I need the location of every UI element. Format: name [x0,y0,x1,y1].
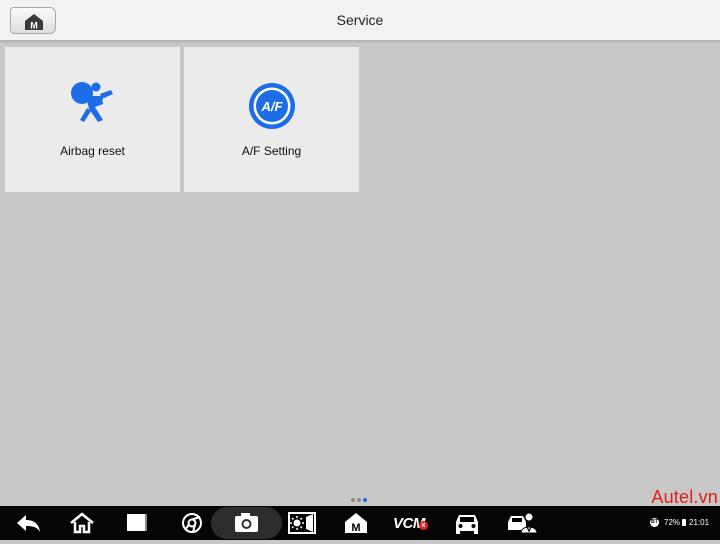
airbag-reset-tile[interactable]: Airbag reset [5,47,180,192]
camera-icon [235,513,258,532]
page-indicator [351,498,371,504]
battery-icon [682,519,686,526]
page-dot [351,498,355,502]
tile-label-airbag-reset: Airbag reset [60,144,125,158]
page-dot [357,498,361,502]
camera-button[interactable] [211,507,282,539]
vehicle-button[interactable] [453,506,481,540]
browser-icon [182,513,202,533]
tile-label-af-setting: A/F Setting [241,144,302,158]
technician-icon [508,512,537,534]
back-button[interactable] [14,506,42,540]
af-icon-text: A/F [261,99,284,114]
watermark: Autel.vn [651,487,718,507]
maxisys-icon: M [345,513,367,534]
vcm-button[interactable]: VCM x [393,506,431,540]
page-dot-active [363,498,367,502]
page-title: Service [336,12,384,28]
brightness-button[interactable] [287,506,317,540]
status-area: BT 72% 21:01 [650,506,720,540]
battery-level: 72% [664,518,681,527]
home-icon [70,512,94,534]
clock: 21:01 [689,518,710,527]
system-taskbar: M VCM x BT 72% 21:01 [0,506,720,540]
af-setting-icon: A/F [249,83,295,129]
recent-apps-icon [127,514,147,531]
maxisys-button[interactable]: M [343,506,369,540]
brightness-icon [288,512,316,534]
airbag-icon [71,82,113,122]
home-nav-button[interactable] [69,506,95,540]
back-icon [17,515,40,532]
bluetooth-icon: BT [650,518,659,527]
recent-apps-button[interactable] [125,506,149,540]
vehicle-icon [456,515,478,534]
vcm-disconnected-badge: x [419,521,428,530]
af-setting-tile[interactable]: A/F A/F Setting [184,47,359,192]
browser-button[interactable] [180,506,204,540]
maxisys-letter: M [351,522,360,534]
technician-button[interactable] [507,506,537,540]
title-bar: M Service [0,0,720,41]
